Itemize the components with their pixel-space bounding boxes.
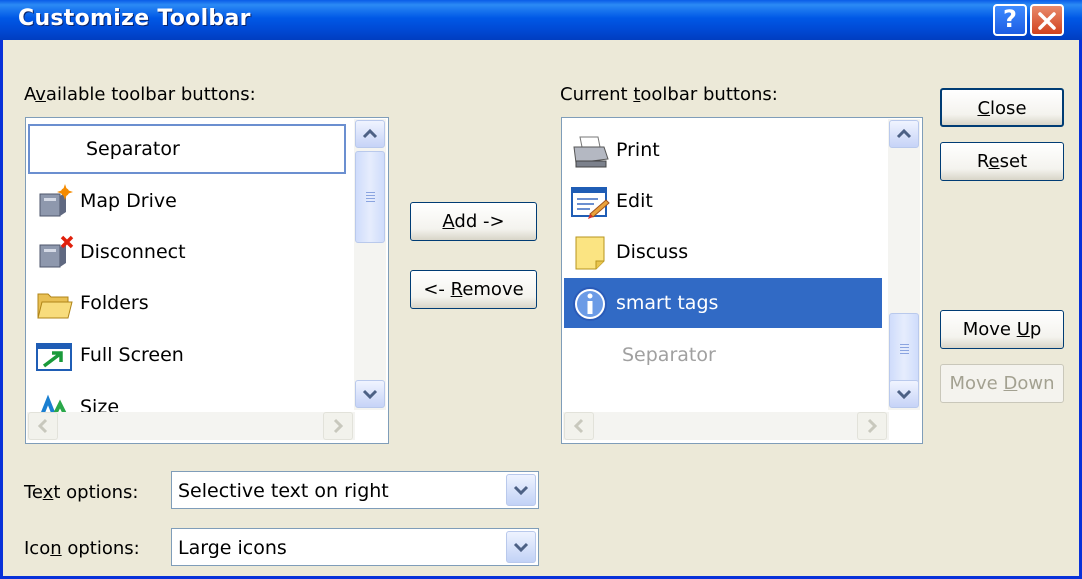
available-vertical-scrollbar[interactable] [354,119,386,410]
list-item[interactable]: Print [564,125,882,175]
chevron-down-icon [896,389,912,400]
scroll-up-button[interactable] [355,120,385,148]
move-up-button[interactable]: Move Up [940,310,1064,349]
question-icon: ? [1003,5,1017,33]
close-button[interactable]: Close [940,88,1064,127]
scroll-thumb[interactable] [355,151,385,243]
chevron-up-icon [896,128,912,139]
list-item[interactable]: Full Screen [28,330,346,380]
current-buttons-label: Current toolbar buttons: [560,84,778,105]
info-icon [573,287,607,321]
scroll-down-button[interactable] [889,380,919,408]
scroll-right-button[interactable] [857,412,887,440]
chevron-right-icon [333,418,344,434]
icon-options-select[interactable]: Large icons [171,528,539,566]
map-drive-icon [39,184,73,217]
icon-options-dropdown-button[interactable] [506,531,536,563]
available-buttons-label: Available toolbar buttons: [24,84,256,105]
current-buttons-list[interactable]: Print Edit Discuss smart tags Separator [561,117,923,444]
close-icon [1038,12,1056,30]
reset-button[interactable]: Reset [940,142,1064,181]
scroll-down-button[interactable] [355,380,385,408]
scroll-thumb[interactable] [889,313,919,385]
full-screen-icon [36,343,72,371]
folders-icon [37,293,73,319]
customize-toolbar-dialog: Customize Toolbar ? Available toolbar bu… [0,0,1082,579]
close-window-button[interactable] [1030,4,1064,36]
chevron-left-icon [573,418,584,434]
text-options-label: Text options: [24,482,139,503]
chevron-down-icon [513,542,529,553]
window-title: Customize Toolbar [18,6,251,31]
list-item[interactable]: Disconnect [28,227,346,277]
current-vertical-scrollbar[interactable] [888,119,920,410]
move-down-button[interactable]: Move Down [940,364,1064,403]
available-horizontal-scrollbar[interactable] [27,412,355,440]
edit-icon [571,187,610,219]
list-item[interactable]: Map Drive [28,176,346,226]
text-options-value: Selective text on right [178,480,389,502]
scroll-left-button[interactable] [564,412,594,440]
chevron-right-icon [867,418,878,434]
chevron-up-icon [362,128,378,139]
list-item[interactable]: smart tags [564,278,882,328]
list-item[interactable]: Folders [28,278,346,328]
help-button[interactable]: ? [993,4,1027,36]
scroll-up-button[interactable] [889,120,919,148]
discuss-icon [575,236,605,270]
chevron-down-icon [513,485,529,496]
list-item[interactable]: Separator [28,124,346,174]
current-horizontal-scrollbar[interactable] [563,412,889,440]
list-item[interactable]: Edit [564,176,882,226]
list-item[interactable]: Separator [564,330,882,380]
icon-options-value: Large icons [178,537,287,559]
scroll-right-button[interactable] [323,412,353,440]
title-bar[interactable]: Customize Toolbar ? [0,0,1082,40]
available-buttons-list[interactable]: Separator Map Drive Disconnect Folders F… [25,117,389,444]
remove-button[interactable]: <- Remove [410,270,537,309]
text-options-select[interactable]: Selective text on right [171,471,539,509]
icon-options-label: Icon options: [24,538,140,559]
chevron-down-icon [362,389,378,400]
print-icon [573,136,609,168]
text-options-dropdown-button[interactable] [506,474,536,506]
scroll-left-button[interactable] [28,412,58,440]
add-button[interactable]: Add -> [410,202,537,241]
chevron-left-icon [37,418,48,434]
disconnect-icon [39,235,74,268]
list-item[interactable]: Discuss [564,227,882,277]
